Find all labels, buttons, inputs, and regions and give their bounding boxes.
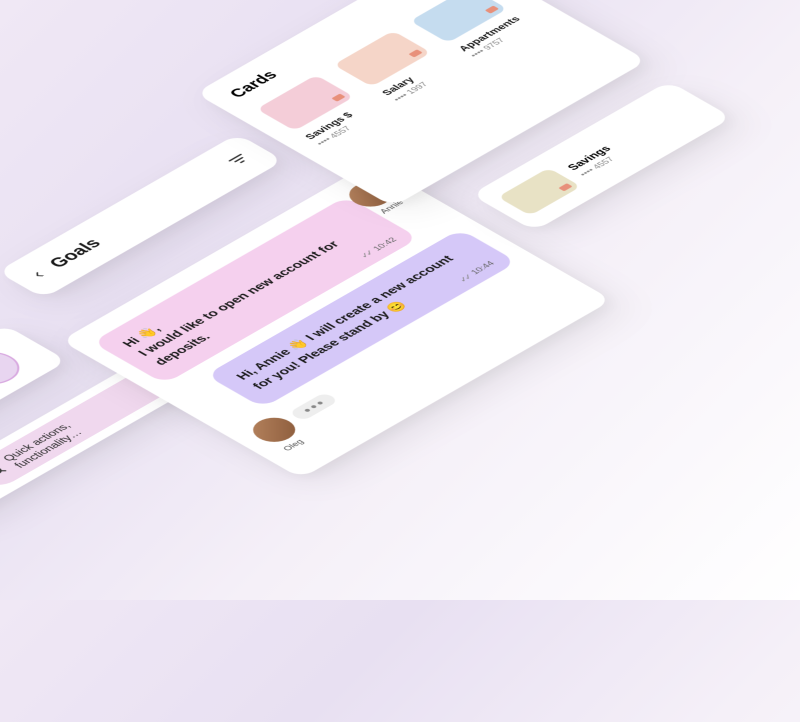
- cards-title: Cards: [226, 69, 282, 101]
- sender-name: Oleg: [281, 438, 306, 452]
- bell-icon: [0, 360, 5, 376]
- notifications-button[interactable]: [0, 345, 31, 390]
- cards-panel: Cards € 500 Savings $ •••• 4557 Salary •…: [195, 0, 648, 207]
- sender-avatar[interactable]: [244, 413, 303, 447]
- page-title: Goals: [45, 165, 229, 271]
- card-thumbnail: [498, 168, 581, 216]
- back-button[interactable]: ‹: [27, 268, 51, 282]
- search-icon: [0, 463, 10, 478]
- typing-indicator: [289, 392, 340, 421]
- search-input[interactable]: Quick actions, functionality…: [0, 385, 146, 469]
- card-item[interactable]: Appartments •••• 9757: [410, 0, 543, 59]
- filter-button[interactable]: [228, 154, 249, 166]
